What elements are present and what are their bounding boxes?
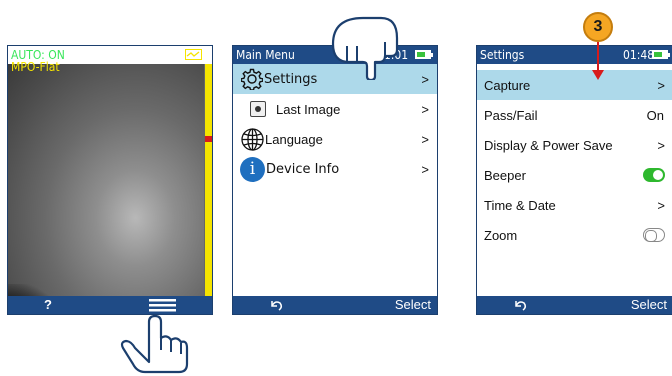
screen-title: Main Menu xyxy=(236,48,295,62)
settings-item-label: Zoom xyxy=(484,228,518,243)
select-button[interactable]: Select xyxy=(395,297,431,312)
settings-item-label: Capture xyxy=(484,78,531,93)
menu-item-label: Last Image xyxy=(276,102,341,117)
signal-level-marker xyxy=(205,136,212,142)
chevron-right-icon: > xyxy=(657,138,665,153)
chevron-right-icon: > xyxy=(421,72,429,87)
menu-item-device-info[interactable]: i Device Info > xyxy=(233,154,437,184)
screen-title: Settings xyxy=(480,48,525,62)
settings-item-label: Beeper xyxy=(484,168,526,183)
help-button[interactable]: ? xyxy=(44,297,52,312)
arrow-down-icon xyxy=(592,42,604,80)
gear-icon xyxy=(240,68,264,91)
clock: 21:03 xyxy=(147,48,179,62)
settings-screen: Settings 01:48 Capture > Pass/Fail On Di… xyxy=(476,45,672,315)
tap-hand-icon xyxy=(331,16,399,80)
settings-item-beeper[interactable]: Beeper xyxy=(477,160,672,190)
pass-fail-value: On xyxy=(646,108,664,123)
menu-item-label: Device Info xyxy=(266,162,340,177)
settings-item-pass-fail[interactable]: Pass/Fail On xyxy=(477,100,672,130)
settings-item-label: Time & Date xyxy=(484,198,556,213)
image-icon xyxy=(250,101,266,117)
settings-item-zoom[interactable]: Zoom xyxy=(477,220,672,250)
menu-item-last-image[interactable]: Last Image > xyxy=(233,94,437,124)
zoom-toggle[interactable] xyxy=(643,228,665,242)
settings-item-capture[interactable]: Capture > xyxy=(477,70,672,100)
charging-icon xyxy=(185,49,202,60)
connector-mode: MPO-Flat xyxy=(11,60,60,74)
battery-icon xyxy=(652,50,670,59)
menu-item-label: Language xyxy=(265,132,323,147)
step-badge: 3 xyxy=(583,12,613,42)
chevron-right-icon: > xyxy=(657,78,665,93)
fiber-image-screen: AUTO: ON 21:03 MPO-Flat ? xyxy=(7,45,213,315)
chevron-right-icon: > xyxy=(421,132,429,147)
globe-icon xyxy=(241,128,264,151)
info-icon: i xyxy=(240,157,265,182)
clock: 01:48 xyxy=(623,48,655,62)
select-button[interactable]: Select xyxy=(631,297,667,312)
main-menu-screen: Main Menu 01:01 Settings > Last Image > xyxy=(232,45,438,315)
settings-item-label: Pass/Fail xyxy=(484,108,538,123)
menu-item-label: Settings xyxy=(264,72,318,87)
settings-item-display-power-save[interactable]: Display & Power Save > xyxy=(477,130,672,160)
settings-item-time-date[interactable]: Time & Date > xyxy=(477,190,672,220)
tap-hand-icon xyxy=(120,314,189,374)
signal-level-bar xyxy=(204,64,212,314)
status-bar: Settings 01:48 xyxy=(477,46,672,64)
chevron-right-icon: > xyxy=(421,102,429,117)
bottom-bar: Select xyxy=(477,296,672,314)
bottom-bar: Select xyxy=(233,296,437,314)
beeper-toggle[interactable] xyxy=(643,168,665,182)
step-number: 3 xyxy=(593,18,603,35)
fiber-endface-image xyxy=(8,64,204,314)
battery-icon xyxy=(415,50,433,59)
menu-item-language[interactable]: Language > xyxy=(233,124,437,154)
chevron-right-icon: > xyxy=(657,198,665,213)
chevron-right-icon: > xyxy=(421,162,429,177)
settings-item-label: Display & Power Save xyxy=(484,138,613,153)
